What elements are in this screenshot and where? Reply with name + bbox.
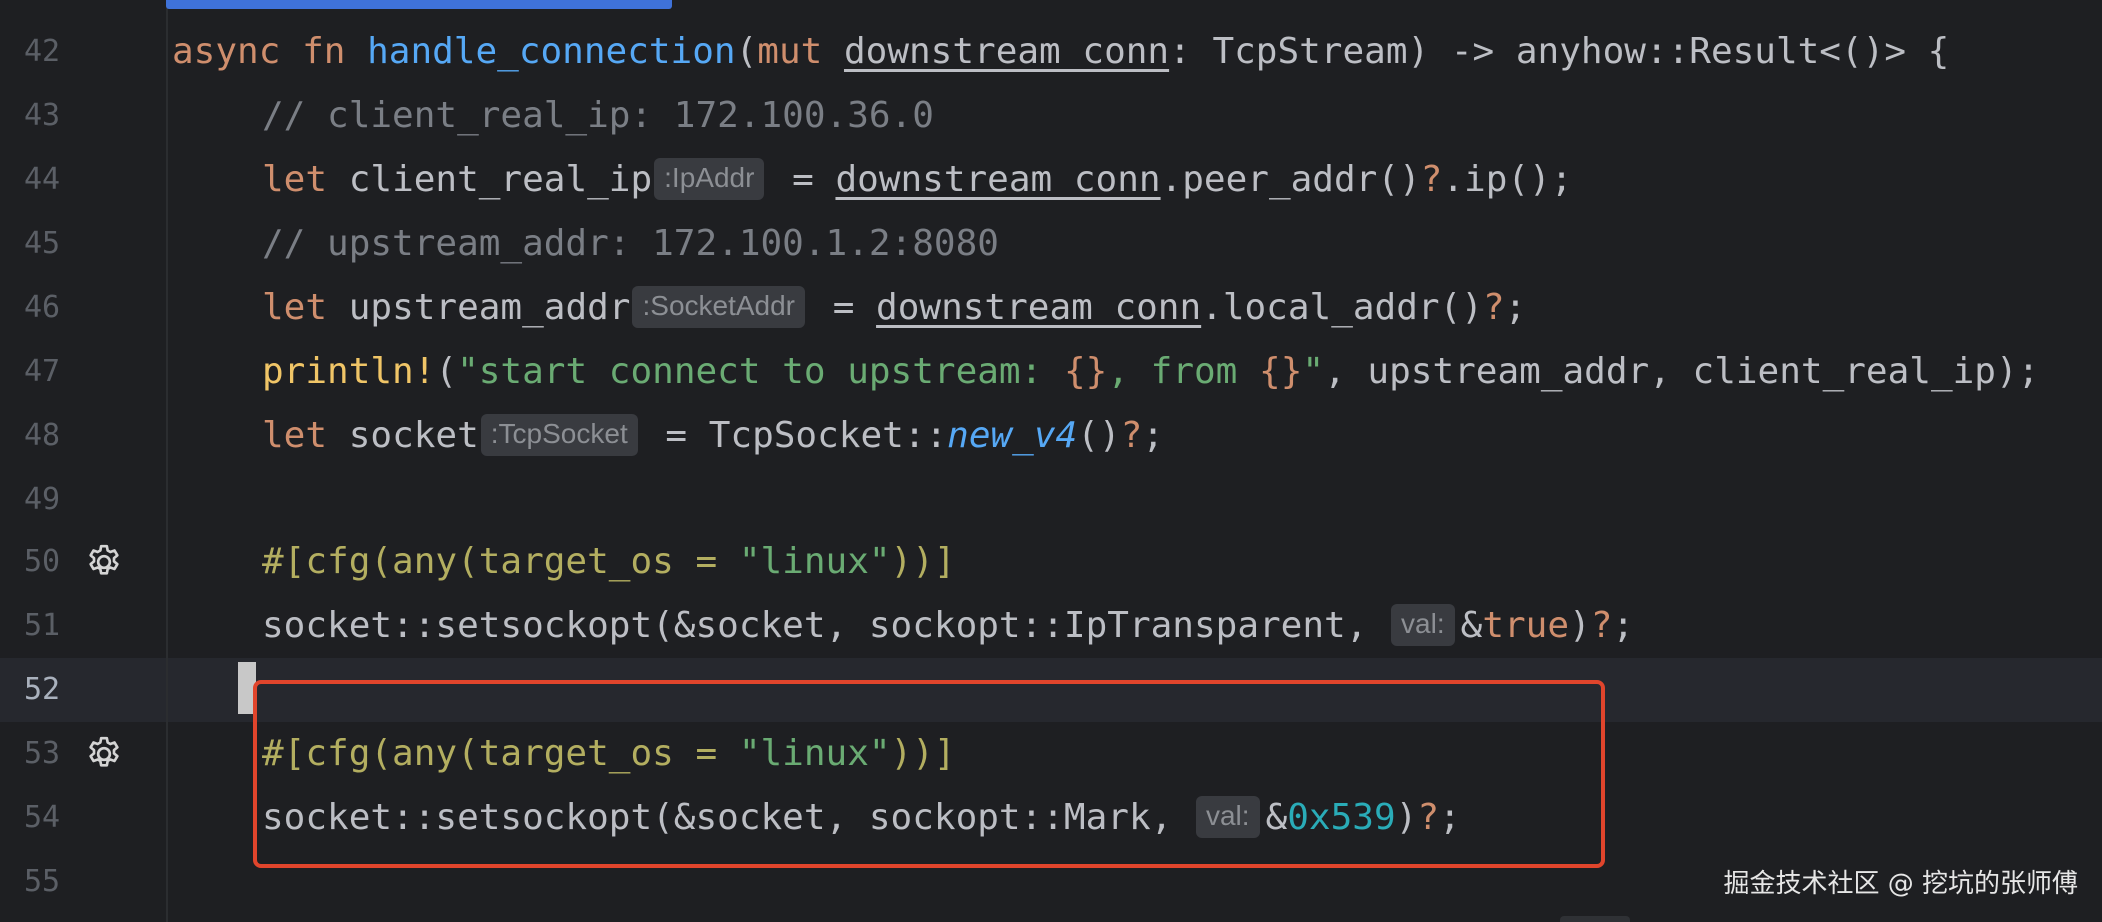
method-call: .peer_addr() bbox=[1160, 159, 1421, 200]
operator: = bbox=[811, 287, 877, 328]
line-number-current: 52 bbox=[24, 672, 61, 707]
code-line-42[interactable]: async fn handle_connection(mut downstrea… bbox=[172, 20, 1949, 84]
line-number: 54 bbox=[24, 800, 61, 835]
string-literal: "linux" bbox=[738, 541, 891, 582]
method-call: .ip(); bbox=[1442, 159, 1573, 200]
code-line-43[interactable]: // client_real_ip: 172.100.36.0 bbox=[262, 84, 934, 148]
code-line-45[interactable]: // upstream_addr: 172.100.1.2:8080 bbox=[262, 212, 999, 276]
comment: // upstream_addr: 172.100.1.2:8080 bbox=[262, 223, 999, 264]
gear-icon[interactable] bbox=[84, 734, 124, 774]
reference-operator: & bbox=[1460, 605, 1483, 646]
line-number: 44 bbox=[24, 162, 61, 197]
keyword: let bbox=[262, 287, 328, 328]
function-call: socket::setsockopt(&socket, sockopt::IpT… bbox=[262, 605, 1390, 646]
format-placeholder: {} bbox=[1259, 351, 1303, 392]
line-number: 53 bbox=[24, 736, 61, 771]
receiver: downstream_conn bbox=[876, 287, 1202, 328]
highlight-box bbox=[253, 680, 1605, 868]
variable: client_real_ip bbox=[348, 159, 653, 200]
try-operator: ? bbox=[1590, 605, 1613, 646]
semicolon: ; bbox=[1612, 605, 1635, 646]
paren: ( bbox=[735, 31, 758, 72]
param-hint: val: bbox=[1391, 604, 1455, 646]
format-placeholder: {} bbox=[1063, 351, 1108, 392]
gutter-divider bbox=[166, 0, 168, 922]
line-number: 50 bbox=[24, 544, 61, 579]
method-call: .local_addr() bbox=[1201, 287, 1483, 328]
attribute: #[cfg(any(target_os = bbox=[262, 541, 739, 582]
operator: = bbox=[770, 159, 836, 200]
variable: socket bbox=[348, 415, 479, 456]
code-line-48[interactable]: let socket:TcpSocket = TcpSocket::new_v4… bbox=[262, 404, 1164, 468]
keyword: let bbox=[262, 159, 328, 200]
attribute: ))] bbox=[890, 541, 956, 582]
comment: // client_real_ip: 172.100.36.0 bbox=[262, 95, 934, 136]
code-line-47[interactable]: println!("start connect to upstream: {},… bbox=[262, 340, 2039, 404]
try-operator: ? bbox=[1482, 287, 1505, 328]
type-hint: :TcpSocket bbox=[480, 414, 638, 456]
string-literal: , from bbox=[1107, 351, 1260, 392]
static-function: new_v4 bbox=[947, 415, 1078, 456]
type-hint: :IpAddr bbox=[654, 158, 765, 200]
call-parens: () bbox=[1077, 415, 1121, 456]
receiver: downstream_conn bbox=[835, 159, 1161, 200]
watermark: 掘金技术社区 @ 挖坑的张师傅 bbox=[1723, 869, 2078, 899]
keyword: let bbox=[262, 415, 328, 456]
type-hint: :SocketAddr bbox=[632, 286, 806, 328]
string-literal: "start connect to upstream: bbox=[457, 351, 1064, 392]
variable: upstream_addr bbox=[348, 287, 631, 328]
code-line-46[interactable]: let upstream_addr:SocketAddr = downstrea… bbox=[262, 276, 1526, 340]
try-operator: ? bbox=[1120, 415, 1143, 456]
line-number: 42 bbox=[24, 34, 61, 69]
paren: ( bbox=[435, 351, 458, 392]
line-number: 48 bbox=[24, 418, 61, 453]
line-number: 55 bbox=[24, 864, 61, 899]
paren: ) bbox=[1569, 605, 1591, 646]
line-number: 49 bbox=[24, 482, 61, 517]
string-literal: " bbox=[1302, 351, 1325, 392]
semicolon: ; bbox=[1142, 415, 1164, 456]
macro-args: , upstream_addr, client_real_ip); bbox=[1324, 351, 2040, 392]
gear-icon[interactable] bbox=[84, 542, 124, 582]
line-number: 47 bbox=[24, 354, 61, 389]
keyword: fn bbox=[302, 31, 346, 72]
keyword: mut bbox=[757, 31, 823, 72]
code-line-51[interactable]: socket::setsockopt(&socket, sockopt::IpT… bbox=[262, 594, 1634, 658]
line-number: 46 bbox=[24, 290, 61, 325]
parameter: downstream_conn bbox=[843, 31, 1170, 72]
signature-rest: : TcpStream) -> anyhow::Result<()> { bbox=[1169, 31, 1950, 72]
code-line-50[interactable]: #[cfg(any(target_os = "linux"))] bbox=[262, 530, 956, 594]
line-number: 43 bbox=[24, 98, 61, 133]
bool-literal: true bbox=[1482, 605, 1570, 646]
keyword: async bbox=[172, 31, 281, 72]
scroll-indicator[interactable] bbox=[166, 0, 672, 9]
operator: = TcpSocket:: bbox=[643, 415, 948, 456]
line-number: 51 bbox=[24, 608, 61, 643]
line-number: 45 bbox=[24, 226, 61, 261]
try-operator: ? bbox=[1420, 159, 1443, 200]
function-name: handle_connection bbox=[367, 31, 736, 72]
macro: println! bbox=[262, 351, 436, 392]
code-line-44[interactable]: let client_real_ip:IpAddr = downstream_c… bbox=[262, 148, 1572, 212]
semicolon: ; bbox=[1504, 287, 1527, 328]
scrollbar-thumb[interactable] bbox=[1560, 916, 1630, 922]
